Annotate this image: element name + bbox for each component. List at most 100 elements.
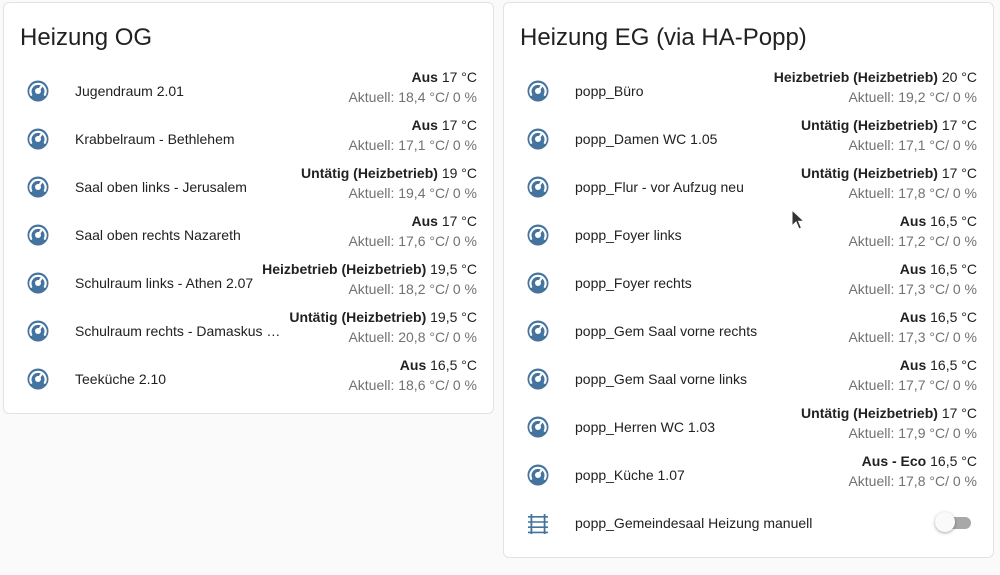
target-temperature: 17 °C — [441, 69, 477, 85]
current-reading: Aktuell: 19,2 °C/ 0 % — [848, 89, 977, 105]
thermostat-name[interactable]: Schulraum links - Athen 2.07 — [75, 273, 253, 293]
thermostat-name[interactable]: popp_Küche 1.07 — [575, 465, 685, 485]
hvac-mode: Aus — [411, 117, 438, 133]
target-temperature: 17 °C — [441, 213, 477, 229]
current-reading: Aktuell: 18,6 °C/ 0 % — [348, 377, 477, 393]
target-temperature: 16,5 °C — [930, 309, 977, 325]
target-temperature: 20 °C — [941, 69, 977, 85]
thermostat-name[interactable]: popp_Foyer rechts — [575, 273, 692, 293]
target-temperature: 19,5 °C — [430, 309, 477, 325]
thermostat-name[interactable]: Teeküche 2.10 — [75, 369, 166, 389]
thermostat-state[interactable]: Aus 17 °C Aktuell: 17,1 °C/ 0 % — [348, 115, 477, 155]
current-reading: Aktuell: 17,8 °C/ 0 % — [848, 473, 977, 489]
thermostat-icon[interactable] — [526, 367, 550, 391]
thermostat-icon[interactable] — [526, 127, 550, 151]
thermostat-icon[interactable] — [26, 175, 50, 199]
thermostat-icon[interactable] — [26, 79, 50, 103]
thermostat-name[interactable]: Krabbelraum - Bethlehem — [75, 129, 235, 149]
thermostat-state[interactable]: Aus - Eco 16,5 °C Aktuell: 17,8 °C/ 0 % — [848, 451, 977, 491]
thermostat-name[interactable]: Saal oben links - Jerusalem — [75, 177, 247, 197]
radiator-icon[interactable] — [526, 511, 550, 535]
target-temperature: 17 °C — [441, 117, 477, 133]
thermostat-name[interactable]: Jugendraum 2.01 — [75, 81, 184, 101]
manual-heating-toggle[interactable] — [935, 512, 973, 532]
current-reading: Aktuell: 17,1 °C/ 0 % — [348, 137, 477, 153]
thermostat-row: Krabbelraum - Bethlehem Aus 17 °C Aktuell:… — [4, 115, 493, 163]
thermostat-row: Schulraum links - Athen 2.07 Heizbetrieb … — [4, 259, 493, 307]
switch-name[interactable]: popp_Gemeindesaal Heizung manuell — [575, 513, 812, 533]
thermostat-name[interactable]: popp_Büro — [575, 81, 644, 101]
thermostat-row: popp_Herren WC 1.03 Untätig (Heizbetrieb)… — [504, 403, 993, 451]
current-reading: Aktuell: 18,2 °C/ 0 % — [348, 281, 477, 297]
thermostat-state[interactable]: Aus 16,5 °C Aktuell: 17,3 °C/ 0 % — [848, 307, 977, 347]
current-reading: Aktuell: 17,2 °C/ 0 % — [848, 233, 977, 249]
thermostat-state[interactable]: Heizbetrieb (Heizbetrieb) 20 °C Aktuell: … — [774, 67, 977, 107]
thermostat-name[interactable]: popp_Damen WC 1.05 — [575, 129, 717, 149]
thermostat-row: popp_Büro Heizbetrieb (Heizbetrieb) 20 °C… — [504, 67, 993, 115]
thermostat-state[interactable]: Untätig (Heizbetrieb) 17 °C Aktuell: 17,1… — [801, 115, 977, 155]
thermostat-icon[interactable] — [26, 367, 50, 391]
thermostat-icon[interactable] — [26, 127, 50, 151]
thermostat-row: popp_Gem Saal vorne rechts Aus 16,5 °C Akt… — [504, 307, 993, 355]
thermostat-state[interactable]: Aus 16,5 °C Aktuell: 17,2 °C/ 0 % — [848, 211, 977, 251]
thermostat-name[interactable]: popp_Foyer links — [575, 225, 682, 245]
thermostat-state[interactable]: Aus 17 °C Aktuell: 18,4 °C/ 0 % — [348, 67, 477, 107]
hvac-mode: Aus — [411, 213, 438, 229]
hvac-mode: Aus - Eco — [861, 453, 927, 469]
hvac-mode: Aus — [899, 261, 927, 277]
current-reading: Aktuell: 19,4 °C/ 0 % — [348, 185, 477, 201]
current-reading: Aktuell: 17,3 °C/ 0 % — [848, 329, 977, 345]
current-reading: Aktuell: 18,4 °C/ 0 % — [348, 89, 477, 105]
card-title: Heizung EG (via HA-Popp) — [520, 24, 807, 51]
target-temperature: 16,5 °C — [930, 453, 977, 469]
thermostat-name[interactable]: popp_Herren WC 1.03 — [575, 417, 715, 437]
hvac-mode: Heizbetrieb (Heizbetrieb) — [262, 261, 427, 277]
thermostat-icon[interactable] — [526, 79, 550, 103]
hvac-mode: Aus — [899, 213, 927, 229]
current-reading: Aktuell: 17,8 °C/ 0 % — [848, 185, 977, 201]
hvac-mode: Aus — [411, 69, 438, 85]
thermostat-icon[interactable] — [26, 223, 50, 247]
current-reading: Aktuell: 17,7 °C/ 0 % — [848, 377, 977, 393]
thermostat-icon[interactable] — [526, 223, 550, 247]
thermostat-row: Saal oben rechts Nazareth Aus 17 °C Aktuel… — [4, 211, 493, 259]
thermostat-row: popp_Damen WC 1.05 Untätig (Heizbetrieb) … — [504, 115, 993, 163]
thermostat-state[interactable]: Untätig (Heizbetrieb) 19,5 °C Aktuell: 20… — [289, 307, 477, 347]
thermostat-icon[interactable] — [26, 319, 50, 343]
thermostat-state[interactable]: Aus 16,5 °C Aktuell: 17,3 °C/ 0 % — [848, 259, 977, 299]
thermostat-name[interactable]: popp_Gem Saal vorne links — [575, 369, 747, 389]
thermostat-row: popp_Foyer links Aus 16,5 °C Aktuell: 17,2… — [504, 211, 993, 259]
current-reading: Aktuell: 17,3 °C/ 0 % — [848, 281, 977, 297]
thermostat-icon[interactable] — [526, 463, 550, 487]
thermostat-icon[interactable] — [526, 415, 550, 439]
toggle-thumb — [935, 512, 955, 532]
thermostat-name[interactable]: Saal oben rechts Nazareth — [75, 225, 241, 245]
hvac-mode: Untätig (Heizbetrieb) — [289, 309, 427, 325]
hvac-mode: Untätig (Heizbetrieb) — [301, 165, 438, 181]
thermostat-state[interactable]: Aus 16,5 °C Aktuell: 17,7 °C/ 0 % — [848, 355, 977, 395]
switch-row: popp_Gemeindesaal Heizung manuell — [504, 499, 993, 547]
card-heizung-eg: Heizung EG (via HA-Popp) popp_Büro Heizbe… — [503, 2, 994, 558]
target-temperature: 16,5 °C — [930, 261, 977, 277]
hvac-mode: Heizbetrieb (Heizbetrieb) — [773, 69, 938, 85]
thermostat-icon[interactable] — [526, 271, 550, 295]
thermostat-row: popp_Flur - vor Aufzug neu Untätig (Heizb… — [504, 163, 993, 211]
thermostat-state[interactable]: Untätig (Heizbetrieb) 17 °C Aktuell: 17,8… — [801, 163, 977, 203]
thermostat-state[interactable]: Heizbetrieb (Heizbetrieb) 19,5 °C Aktuell… — [262, 259, 477, 299]
target-temperature: 16,5 °C — [930, 357, 977, 373]
thermostat-state[interactable]: Untätig (Heizbetrieb) 19 °C Aktuell: 19,4… — [301, 163, 477, 203]
thermostat-icon[interactable] — [526, 175, 550, 199]
thermostat-row: Schulraum rechts - Damaskus 2.... Untätig… — [4, 307, 493, 355]
thermostat-state[interactable]: Aus 17 °C Aktuell: 17,6 °C/ 0 % — [348, 211, 477, 251]
thermostat-row: popp_Küche 1.07 Aus - Eco 16,5 °C Aktuell:… — [504, 451, 993, 499]
current-reading: Aktuell: 20,8 °C/ 0 % — [348, 329, 477, 345]
thermostat-icon[interactable] — [526, 319, 550, 343]
thermostat-name[interactable]: popp_Gem Saal vorne rechts — [575, 321, 757, 341]
target-temperature: 16,5 °C — [430, 357, 477, 373]
thermostat-name[interactable]: Schulraum rechts - Damaskus 2.... — [75, 321, 285, 341]
current-reading: Aktuell: 17,6 °C/ 0 % — [348, 233, 477, 249]
thermostat-state[interactable]: Untätig (Heizbetrieb) 17 °C Aktuell: 17,9… — [801, 403, 977, 443]
thermostat-state[interactable]: Aus 16,5 °C Aktuell: 18,6 °C/ 0 % — [348, 355, 477, 395]
thermostat-icon[interactable] — [26, 271, 50, 295]
thermostat-name[interactable]: popp_Flur - vor Aufzug neu — [575, 177, 744, 197]
